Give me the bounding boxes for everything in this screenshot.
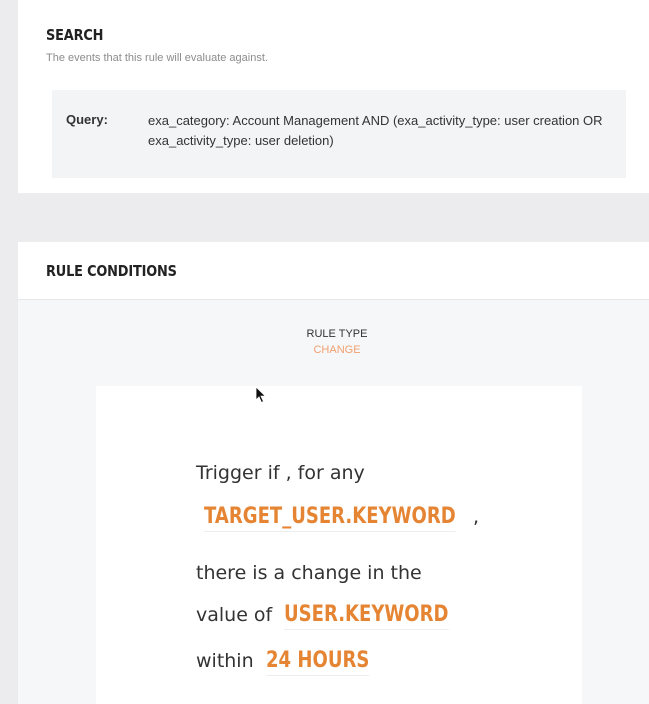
search-title: SEARCH bbox=[46, 26, 104, 44]
within-text: within bbox=[196, 650, 254, 672]
user-keyword[interactable]: USER.KEYWORD bbox=[284, 602, 449, 630]
target-user-keyword[interactable]: TARGET_USER.KEYWORD bbox=[204, 504, 456, 532]
time-window-keyword[interactable]: 24 HOURS bbox=[265, 648, 370, 676]
rule-type-label: RULE TYPE bbox=[306, 328, 368, 340]
trigger-line-4: value of USER.KEYWORD bbox=[196, 602, 485, 630]
rule-conditions-title: RULE CONDITIONS bbox=[46, 262, 177, 280]
trigger-line-5: within 24 HOURS bbox=[196, 648, 392, 676]
mouse-pointer-icon bbox=[255, 386, 267, 404]
trigger-intro-text: Trigger if , for any bbox=[196, 462, 365, 484]
rule-conditions-header: RULE CONDITIONS bbox=[18, 242, 649, 300]
rule-type-value: CHANGE bbox=[313, 344, 361, 356]
query-value: exa_category: Account Management AND (ex… bbox=[148, 113, 603, 148]
query-box: Query: exa_category: Account Management … bbox=[52, 90, 626, 178]
value-of-text: value of bbox=[196, 604, 273, 626]
trigger-comma: , bbox=[472, 506, 480, 528]
trigger-change-text: there is a change in the bbox=[196, 562, 422, 584]
query-label: Query: bbox=[66, 112, 108, 127]
search-section: SEARCH The events that this rule will ev… bbox=[18, 0, 649, 193]
rule-conditions-section: RULE CONDITIONS RULE TYPE CHANGE Trigger… bbox=[18, 242, 649, 704]
trigger-line-3: there is a change in the bbox=[196, 562, 422, 584]
trigger-line-1: Trigger if , for any bbox=[196, 462, 365, 484]
trigger-line-2: TARGET_USER.KEYWORD, bbox=[204, 504, 479, 532]
trigger-box: Trigger if , for any TARGET_USER.KEYWORD… bbox=[96, 386, 582, 704]
search-subtitle: The events that this rule will evaluate … bbox=[46, 52, 268, 64]
